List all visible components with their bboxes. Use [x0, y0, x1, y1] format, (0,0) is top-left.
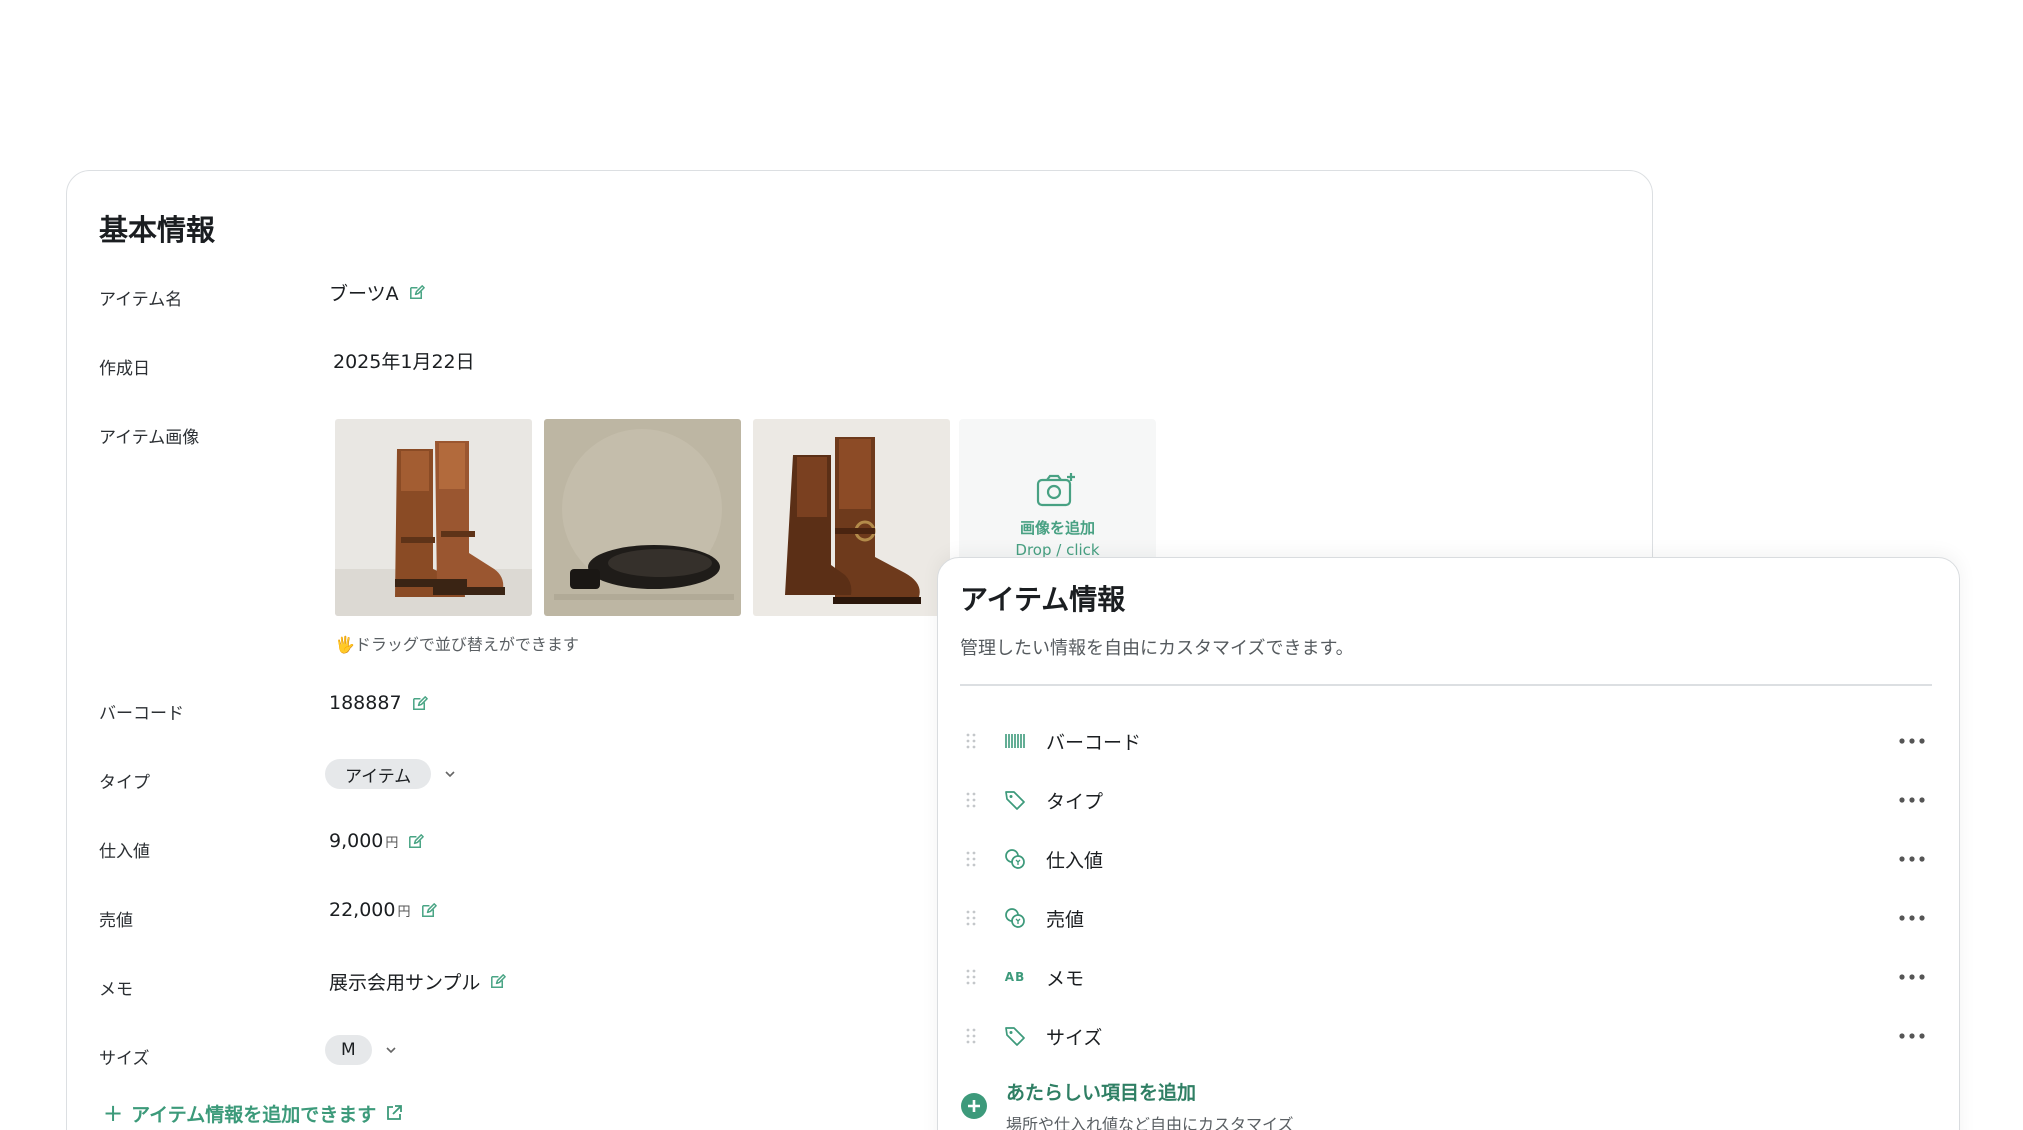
barcode-label: バーコード: [99, 704, 184, 724]
field-row-barcode[interactable]: バーコード: [960, 721, 1932, 761]
field-row-cost[interactable]: 仕入値: [960, 839, 1932, 879]
field-label: バーコード: [1046, 731, 1142, 754]
item-info-panel: アイテム情報 管理したい情報を自由にカスタマイズできます。 バーコード タイプ …: [937, 557, 1960, 1130]
field-label: 仕入値: [1046, 849, 1104, 872]
cost-label: 仕入値: [99, 842, 150, 862]
edit-icon[interactable]: [410, 694, 429, 713]
plus-circle-icon: [960, 1092, 988, 1120]
field-row-price[interactable]: 売値: [960, 898, 1932, 938]
drag-handle-icon[interactable]: [966, 969, 978, 985]
drag-handle-icon[interactable]: [966, 792, 978, 808]
drag-hint: 🖐ドラッグで並び替えができます: [335, 635, 579, 654]
price-row: 22,000 円: [329, 899, 438, 921]
drag-handle-icon[interactable]: [966, 1028, 978, 1044]
coins-icon: [1002, 905, 1028, 931]
add-new-field-button[interactable]: あたらしい項目を追加 場所や仕入れ値など自由にカスタマイズ: [960, 1078, 1294, 1130]
cost-unit: 円: [385, 835, 399, 851]
coins-icon: [1002, 846, 1028, 872]
item-name-label: アイテム名: [99, 290, 183, 310]
field-row-type[interactable]: タイプ: [960, 780, 1932, 820]
field-row-memo[interactable]: AB メモ: [960, 957, 1932, 997]
barcode-value: 188887: [329, 692, 402, 714]
item-panel-title: アイテム情報: [960, 583, 1126, 616]
item-images-label: アイテム画像: [99, 428, 200, 448]
chevron-down-icon[interactable]: [443, 767, 457, 781]
more-options-icon[interactable]: [1898, 1032, 1926, 1040]
barcode-row: 188887: [329, 692, 429, 714]
barcode-icon: [1002, 728, 1028, 754]
price-label: 売値: [99, 911, 133, 931]
price-unit: 円: [397, 904, 411, 920]
field-row-size[interactable]: サイズ: [960, 1016, 1932, 1056]
field-label: 売値: [1046, 908, 1085, 931]
add-new-field-title: あたらしい項目を追加: [1006, 1082, 1197, 1104]
drag-handle-icon[interactable]: [966, 851, 978, 867]
panel-divider: [960, 684, 1932, 686]
text-ab-icon-label: AB: [1004, 970, 1026, 984]
more-options-icon[interactable]: [1898, 973, 1926, 981]
more-options-icon[interactable]: [1898, 796, 1926, 804]
type-select[interactable]: アイテム: [325, 759, 457, 789]
camera-add-icon: [1035, 471, 1077, 509]
drag-handle-icon[interactable]: [966, 733, 978, 749]
add-item-info-label: アイテム情報を追加できます: [131, 1103, 377, 1126]
more-options-icon[interactable]: [1898, 914, 1926, 922]
memo-row: 展示会用サンプル: [329, 968, 507, 995]
plus-icon: +: [103, 1099, 124, 1127]
add-item-info-link[interactable]: + アイテム情報を追加できます: [103, 1099, 404, 1127]
item-name-row: ブーツA: [329, 279, 426, 306]
external-link-icon: [384, 1103, 404, 1123]
created-value: 2025年1月22日: [333, 351, 475, 373]
edit-icon[interactable]: [407, 283, 426, 302]
edit-icon[interactable]: [406, 832, 425, 851]
cost-value: 9,000: [329, 830, 384, 852]
size-label: サイズ: [99, 1049, 150, 1069]
tag-icon: [1002, 1023, 1028, 1049]
edit-icon[interactable]: [419, 901, 438, 920]
item-panel-subtitle: 管理したい情報を自由にカスタマイズできます。: [960, 638, 1354, 659]
type-pill[interactable]: アイテム: [325, 759, 432, 789]
add-new-field-subtitle: 場所や仕入れ値など自由にカスタマイズ: [1006, 1115, 1294, 1130]
item-image-1[interactable]: [335, 419, 532, 616]
tag-icon: [1002, 787, 1028, 813]
basic-info-title: 基本情報: [99, 213, 216, 247]
item-name-value: ブーツA: [329, 283, 399, 305]
cost-row: 9,000 円: [329, 830, 425, 852]
memo-value: 展示会用サンプル: [329, 972, 481, 994]
field-label: メモ: [1046, 967, 1085, 990]
item-image-3[interactable]: [753, 419, 950, 616]
chevron-down-icon[interactable]: [384, 1043, 398, 1057]
memo-label: メモ: [99, 980, 133, 1000]
add-image-label: 画像を追加: [1019, 519, 1095, 537]
more-options-icon[interactable]: [1898, 737, 1926, 745]
edit-icon[interactable]: [488, 972, 507, 991]
text-ab-icon: AB: [1002, 964, 1028, 990]
price-value: 22,000: [329, 899, 396, 921]
more-options-icon[interactable]: [1898, 855, 1926, 863]
field-label: タイプ: [1046, 790, 1104, 813]
created-label: 作成日: [99, 359, 150, 379]
drag-handle-icon[interactable]: [966, 910, 978, 926]
size-select[interactable]: M: [325, 1035, 398, 1065]
type-label: タイプ: [99, 773, 150, 793]
field-label: サイズ: [1046, 1026, 1103, 1049]
size-pill[interactable]: M: [325, 1035, 372, 1065]
item-image-2[interactable]: [544, 419, 741, 616]
